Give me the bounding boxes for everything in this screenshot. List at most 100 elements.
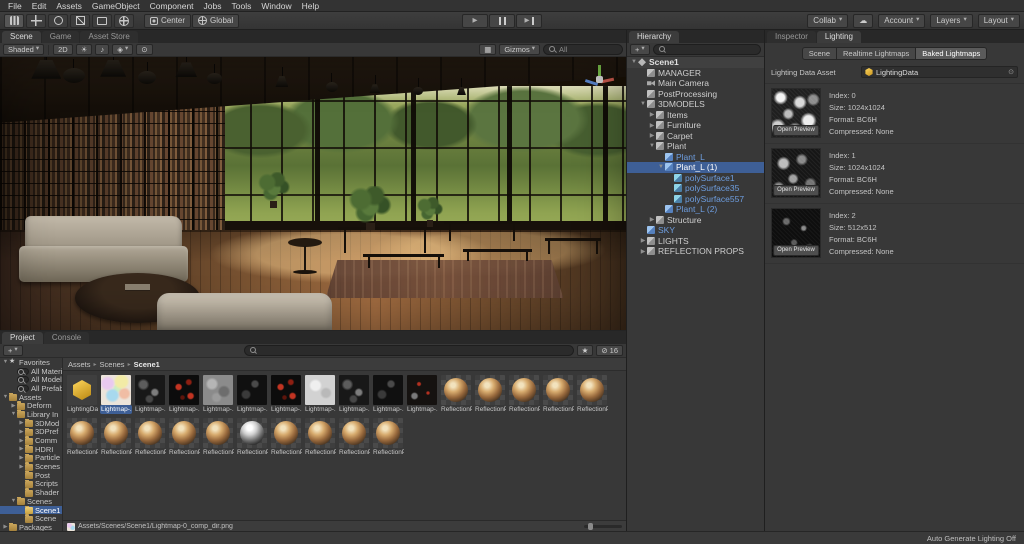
hierarchy-item-plant-l-1[interactable]: ▼ Plant_L (1) (627, 162, 764, 173)
asset-item-reflectionp[interactable]: ReflectionP... (474, 375, 506, 414)
menu-item-edit[interactable]: Edit (27, 0, 52, 12)
project-tree-deform[interactable]: ▶ Deform (0, 401, 62, 410)
tab-lighting[interactable]: Lighting (816, 31, 861, 43)
project-tree-scenes[interactable]: ▶ Scenes (0, 462, 62, 471)
scale-tool-button[interactable] (70, 13, 90, 28)
account-dropdown[interactable]: Account ▾ (878, 13, 926, 28)
expand-arrow-icon[interactable]: ▶ (18, 429, 25, 435)
menu-item-assets[interactable]: Assets (51, 0, 87, 12)
breadcrumb-item-assets[interactable]: Assets (68, 360, 91, 369)
hierarchy-item-carpet[interactable]: ▶ Carpet (627, 131, 764, 142)
tab-scene[interactable]: Scene (2, 31, 41, 43)
hierarchy-item-scene1[interactable]: ▼ Scene1 (627, 57, 764, 68)
project-tree-all-prefab[interactable]: All Prefab (0, 384, 62, 393)
breadcrumb-item-scenes[interactable]: Scenes (100, 360, 125, 369)
scene-lighting-toggle[interactable]: ☀ (75, 44, 93, 55)
project-tree-scene[interactable]: Scene (0, 514, 62, 523)
hierarchy-item-items[interactable]: ▶ Items (627, 110, 764, 121)
object-picker-icon[interactable]: ⊙ (1008, 68, 1014, 76)
create-asset-button[interactable]: + ▾ (3, 345, 23, 356)
project-tree-scripts[interactable]: Scripts (0, 479, 62, 488)
scene-search-input[interactable] (559, 45, 617, 54)
transform-tool-button[interactable] (114, 13, 134, 28)
asset-item-reflectionp[interactable]: ReflectionP... (202, 418, 234, 457)
scene-search-field[interactable] (543, 44, 623, 55)
hierarchy-item-plant[interactable]: ▼ Plant (627, 141, 764, 152)
menu-item-component[interactable]: Component (145, 0, 199, 12)
expand-arrow-icon[interactable]: ▼ (630, 59, 638, 65)
pivot-toggle-button[interactable]: Center (144, 13, 192, 28)
project-tree-all-model[interactable]: All Model (0, 375, 62, 384)
layout-dropdown[interactable]: Layout ▾ (977, 13, 1020, 28)
auto-generate-lighting-button[interactable]: Auto Generate Lighting Off (927, 534, 1016, 543)
expand-arrow-icon[interactable]: ▶ (639, 248, 647, 255)
asset-item-lightingda[interactable]: LightingDa... (66, 375, 98, 414)
cloud-button[interactable]: ☁ (853, 13, 874, 28)
project-tree-scenes[interactable]: ▼ Scenes (0, 497, 62, 506)
subtab-scene[interactable]: Scene (801, 47, 838, 60)
tab-inspector[interactable]: Inspector (767, 31, 816, 43)
lightmap-entry[interactable]: Open Preview Index: 0 Size: 1024x1024 Forma… (765, 84, 1024, 144)
rotate-tool-button[interactable] (48, 13, 68, 28)
asset-item-lightmap[interactable]: Lightmap-... (134, 375, 166, 414)
slider-knob[interactable] (588, 523, 593, 530)
expand-arrow-icon[interactable]: ▶ (648, 132, 656, 139)
asset-item-reflectionp[interactable]: ReflectionP... (134, 418, 166, 457)
expand-arrow-icon[interactable]: ▼ (2, 359, 9, 365)
hierarchy-item-main-camera[interactable]: Main Camera (627, 78, 764, 89)
lighting-data-asset-field[interactable]: LightingData ⊙ (861, 66, 1018, 78)
tab-project[interactable]: Project (2, 332, 43, 344)
hand-tool-button[interactable] (4, 13, 24, 28)
gizmos-dropdown[interactable]: Gizmos ▾ (499, 44, 540, 55)
expand-arrow-icon[interactable]: ▶ (2, 524, 9, 530)
collab-button[interactable]: Collab ▾ (807, 13, 849, 28)
expand-arrow-icon[interactable]: ▼ (10, 498, 17, 504)
expand-arrow-icon[interactable]: ▼ (648, 143, 656, 149)
scene-audio-toggle[interactable]: ♪ (95, 44, 110, 55)
project-search-field[interactable] (243, 345, 574, 356)
asset-item-lightmap[interactable]: Lightmap-... (100, 375, 132, 414)
menu-item-jobs[interactable]: Jobs (199, 0, 227, 12)
create-object-button[interactable]: + ▾ (630, 44, 650, 55)
asset-item-reflectionp[interactable]: ReflectionP... (338, 418, 370, 457)
project-tree-all-materi[interactable]: All Materi (0, 367, 62, 375)
asset-item-lightmap[interactable]: Lightmap-... (304, 375, 336, 414)
menu-item-file[interactable]: File (3, 0, 27, 12)
expand-arrow-icon[interactable]: ▼ (639, 101, 647, 107)
expand-arrow-icon[interactable]: ▶ (18, 464, 25, 470)
asset-item-lightmap[interactable]: Lightmap-... (236, 375, 268, 414)
draw-mode-dropdown[interactable]: Shaded ▾ (3, 44, 45, 55)
menu-item-help[interactable]: Help (297, 0, 324, 12)
hierarchy-search-input[interactable] (668, 45, 755, 54)
hidden-packages-toggle[interactable]: ⊘ 16 (596, 345, 623, 356)
hierarchy-search-field[interactable] (652, 44, 761, 55)
tab-hierarchy[interactable]: Hierarchy (629, 31, 680, 43)
hierarchy-item-lights[interactable]: ▶ LIGHTS (627, 236, 764, 247)
2d-toggle-button[interactable]: 2D (53, 44, 73, 55)
tab-console[interactable]: Console (43, 332, 90, 344)
asset-item-reflectionp[interactable]: ReflectionP... (168, 418, 200, 457)
asset-item-reflectionp[interactable]: ReflectionP... (304, 418, 336, 457)
menu-item-gameobject[interactable]: GameObject (87, 0, 145, 12)
hierarchy-item-polysurface557[interactable]: polySurface557 (627, 194, 764, 205)
expand-arrow-icon[interactable]: ▶ (18, 438, 25, 444)
favorite-search-button[interactable]: ★ (576, 345, 594, 356)
hierarchy-item-postprocessing[interactable]: PostProcessing (627, 89, 764, 100)
tab-asset-store[interactable]: Asset Store (80, 31, 138, 43)
project-tree-assets[interactable]: ▼ Assets (0, 392, 62, 401)
asset-item-reflectionp[interactable]: ReflectionP... (542, 375, 574, 414)
expand-arrow-icon[interactable]: ▶ (18, 455, 25, 461)
asset-item-lightmap[interactable]: Lightmap-... (270, 375, 302, 414)
project-tree-scene1[interactable]: Scene1 (0, 505, 62, 515)
layers-dropdown[interactable]: Layers ▾ (930, 13, 973, 28)
expand-arrow-icon[interactable]: ▶ (10, 403, 17, 409)
subtab-realtime-lightmaps[interactable]: Realtime Lightmaps (837, 47, 917, 60)
asset-item-reflectionp[interactable]: ReflectionP... (576, 375, 608, 414)
step-button[interactable]: ▶ (516, 14, 542, 28)
lightmap-entry[interactable]: Open Preview Index: 2 Size: 512x512 Format:… (765, 204, 1024, 264)
open-preview-button[interactable]: Open Preview (773, 185, 819, 196)
open-preview-button[interactable]: Open Preview (773, 125, 819, 136)
hierarchy-item-plant-l-2[interactable]: Plant_L (2) (627, 204, 764, 215)
expand-arrow-icon[interactable]: ▼ (657, 164, 665, 170)
project-tree-particle[interactable]: ▶ Particle (0, 453, 62, 462)
